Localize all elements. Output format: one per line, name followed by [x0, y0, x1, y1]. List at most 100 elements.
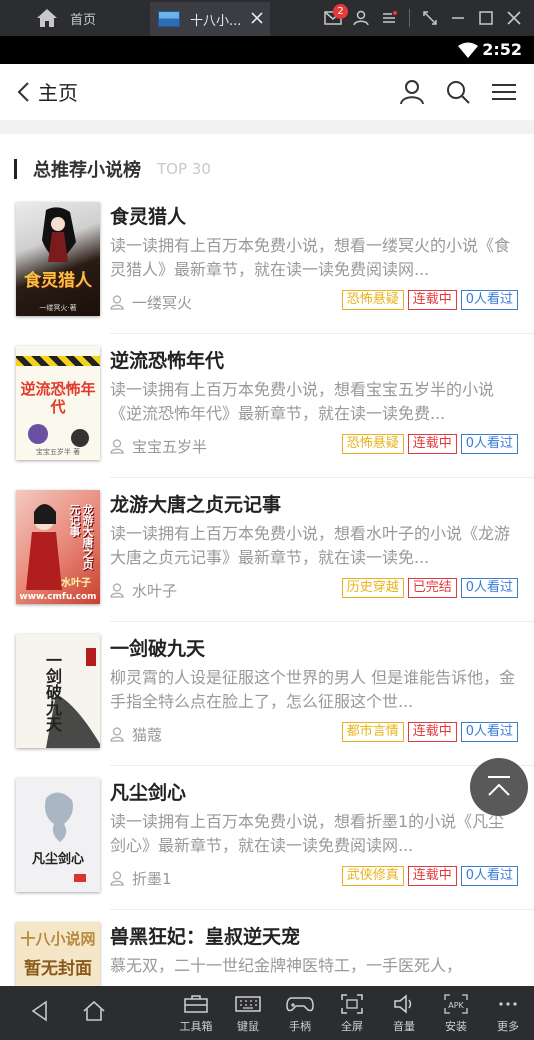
- user-icon[interactable]: [398, 78, 426, 106]
- toolbox-icon: [184, 995, 208, 1013]
- section-subtitle: TOP 30: [157, 160, 211, 178]
- views-tag: 0人看过: [460, 578, 518, 598]
- back-button[interactable]: 主页: [16, 77, 78, 106]
- message-button[interactable]: 2: [319, 0, 348, 36]
- views-tag: 0人看过: [460, 290, 518, 310]
- fullscreen-icon: [341, 994, 363, 1014]
- book-tags: 武侠修真 连载中 0人看过: [338, 866, 518, 886]
- status-tag: 连载中: [407, 866, 457, 886]
- views-tag: 0人看过: [460, 434, 518, 454]
- gamepad-icon: [286, 997, 314, 1012]
- gamepad-button[interactable]: 手柄: [278, 994, 322, 1034]
- menu-icon: [383, 11, 397, 23]
- author-name: 一缕冥火: [132, 294, 193, 312]
- user-icon: [110, 871, 124, 886]
- header-divider: [0, 120, 534, 134]
- section-accent-bar: [14, 159, 17, 179]
- keyboard-icon: [235, 996, 261, 1012]
- app-header: 主页: [0, 64, 534, 120]
- book-title[interactable]: 一剑破九天: [110, 634, 205, 661]
- volume-button[interactable]: 音量: [382, 994, 426, 1034]
- app-tab-label: 十八小...: [190, 13, 242, 29]
- close-tab-icon[interactable]: [250, 11, 264, 25]
- hamburger-menu-icon[interactable]: [490, 78, 518, 106]
- status-tag: 连载中: [407, 722, 457, 742]
- menu-button[interactable]: [375, 0, 403, 36]
- book-description: 读一读拥有上百万本免费小说，想看一缕冥火的小说《食灵猎人》最新章节，就在读一读免…: [110, 236, 511, 279]
- genre-tag: 恐怖悬疑: [341, 434, 404, 454]
- more-dots-icon: [499, 1002, 517, 1006]
- status-tag: 已完结: [407, 578, 457, 598]
- back-nav-icon[interactable]: [30, 1000, 48, 1022]
- cover-title: 一剑破九天: [43, 652, 62, 732]
- more-button[interactable]: 更多: [486, 994, 530, 1034]
- book-item[interactable]: 凡尘剑心 凡尘剑心 读一读拥有上百万本免费小说，想看折墨1的小说《凡尘剑心》最新…: [0, 766, 534, 910]
- book-description: 读一读拥有上百万本免费小说，想看水叶子的小说《龙游大唐之贞元记事》最新章节，就在…: [110, 524, 511, 567]
- book-description: 读一读拥有上百万本免费小说，想看宝宝五岁半的小说《逆流恐怖年代》最新章节，就在读…: [110, 380, 495, 423]
- section-title: 总推荐小说榜: [33, 160, 141, 181]
- toolbox-label: 工具箱: [179, 1020, 213, 1033]
- minimize-icon: [452, 17, 464, 19]
- shrink-icon: [423, 11, 437, 25]
- cover-title: 凡尘剑心: [31, 852, 84, 867]
- book-tags: 恐怖悬疑 连载中 0人看过: [338, 290, 518, 310]
- user-icon: [353, 10, 369, 26]
- book-title[interactable]: 兽黑狂妃：皇叔逆天宠: [110, 922, 300, 949]
- cover-title: 龙游大唐之贞元记事: [68, 504, 94, 570]
- book-title[interactable]: 食灵猎人: [110, 202, 186, 229]
- toolbar-separator: [409, 9, 410, 27]
- status-time: 2:52: [482, 40, 522, 59]
- fullscreen-button[interactable]: 全屏: [330, 994, 374, 1034]
- book-cover: 龙游大唐之贞元记事 水叶子 www.cmfu.com: [16, 490, 100, 604]
- keyboard-mouse-button[interactable]: 键鼠: [226, 994, 270, 1034]
- scroll-to-top-button[interactable]: [470, 758, 528, 816]
- emulator-bottom-toolbar: 工具箱 键鼠 手柄 全屏 音量 APK 安装 更多: [0, 986, 534, 1040]
- status-tag: 连载中: [407, 434, 457, 454]
- status-tag: 连载中: [407, 290, 457, 310]
- shrink-button[interactable]: [416, 0, 444, 36]
- book-cover: 一剑破九天: [16, 634, 100, 748]
- minimize-button[interactable]: [444, 0, 472, 36]
- book-cover: 逆流恐怖年代 宝宝五岁半 著: [16, 346, 100, 460]
- search-icon[interactable]: [444, 78, 472, 106]
- views-tag: 0人看过: [460, 866, 518, 886]
- maximize-button[interactable]: [472, 0, 500, 36]
- toolbox-button[interactable]: 工具箱: [174, 994, 218, 1034]
- emulator-title-bar: 首页 十八小... 2: [0, 0, 534, 36]
- book-author: 一缕冥火: [110, 292, 192, 313]
- book-tags: 历史穿越 已完结 0人看过: [338, 578, 518, 598]
- chevron-left-icon: [17, 81, 29, 102]
- book-title[interactable]: 龙游大唐之贞元记事: [110, 490, 281, 517]
- emulator-home-tab[interactable]: 首页: [36, 0, 96, 36]
- book-description: 读一读拥有上百万本免费小说，想看折墨1的小说《凡尘剑心》最新章节，就在读一读免费…: [110, 812, 505, 855]
- book-item[interactable]: 食灵猎人 一缕冥火·著 食灵猎人 读一读拥有上百万本免费小说，想看一缕冥火的小说…: [0, 190, 534, 334]
- book-title[interactable]: 逆流恐怖年代: [110, 346, 224, 373]
- book-author: 折墨1: [110, 868, 172, 889]
- book-author: 宝宝五岁半: [110, 436, 207, 457]
- app-tab[interactable]: 十八小...: [150, 2, 270, 36]
- user-icon: [110, 295, 124, 310]
- book-item[interactable]: 一剑破九天 一剑破九天 柳灵霄的人设是征服这个世界的男人 但是谁能告诉他，金手指…: [0, 622, 534, 766]
- book-item[interactable]: 龙游大唐之贞元记事 水叶子 www.cmfu.com 龙游大唐之贞元记事 读一读…: [0, 478, 534, 622]
- home-tab-label: 首页: [70, 12, 97, 28]
- svg-text:APK: APK: [448, 1001, 464, 1010]
- author-name: 猫蔻: [132, 726, 163, 744]
- home-nav-icon[interactable]: [82, 1000, 106, 1022]
- cover-author: 一缕冥火·著: [39, 304, 77, 312]
- account-button[interactable]: [347, 0, 375, 36]
- install-label: 安装: [445, 1020, 467, 1033]
- book-tags: 恐怖悬疑 连载中 0人看过: [338, 434, 518, 454]
- app-tab-thumbnail-icon: [158, 11, 180, 27]
- genre-tag: 恐怖悬疑: [341, 290, 404, 310]
- user-icon: [110, 727, 124, 742]
- book-item[interactable]: 逆流恐怖年代 宝宝五岁半 著 逆流恐怖年代 读一读拥有上百万本免费小说，想看宝宝…: [0, 334, 534, 478]
- views-tag: 0人看过: [460, 722, 518, 742]
- cover-url: www.cmfu.com: [19, 592, 97, 602]
- install-apk-button[interactable]: APK 安装: [434, 994, 478, 1034]
- cover-author: 宝宝五岁半 著: [35, 448, 81, 456]
- more-label: 更多: [497, 1020, 519, 1033]
- page-title: 主页: [38, 81, 78, 105]
- book-title[interactable]: 凡尘剑心: [110, 778, 186, 805]
- volume-label: 音量: [393, 1020, 415, 1033]
- close-window-button[interactable]: [500, 0, 528, 36]
